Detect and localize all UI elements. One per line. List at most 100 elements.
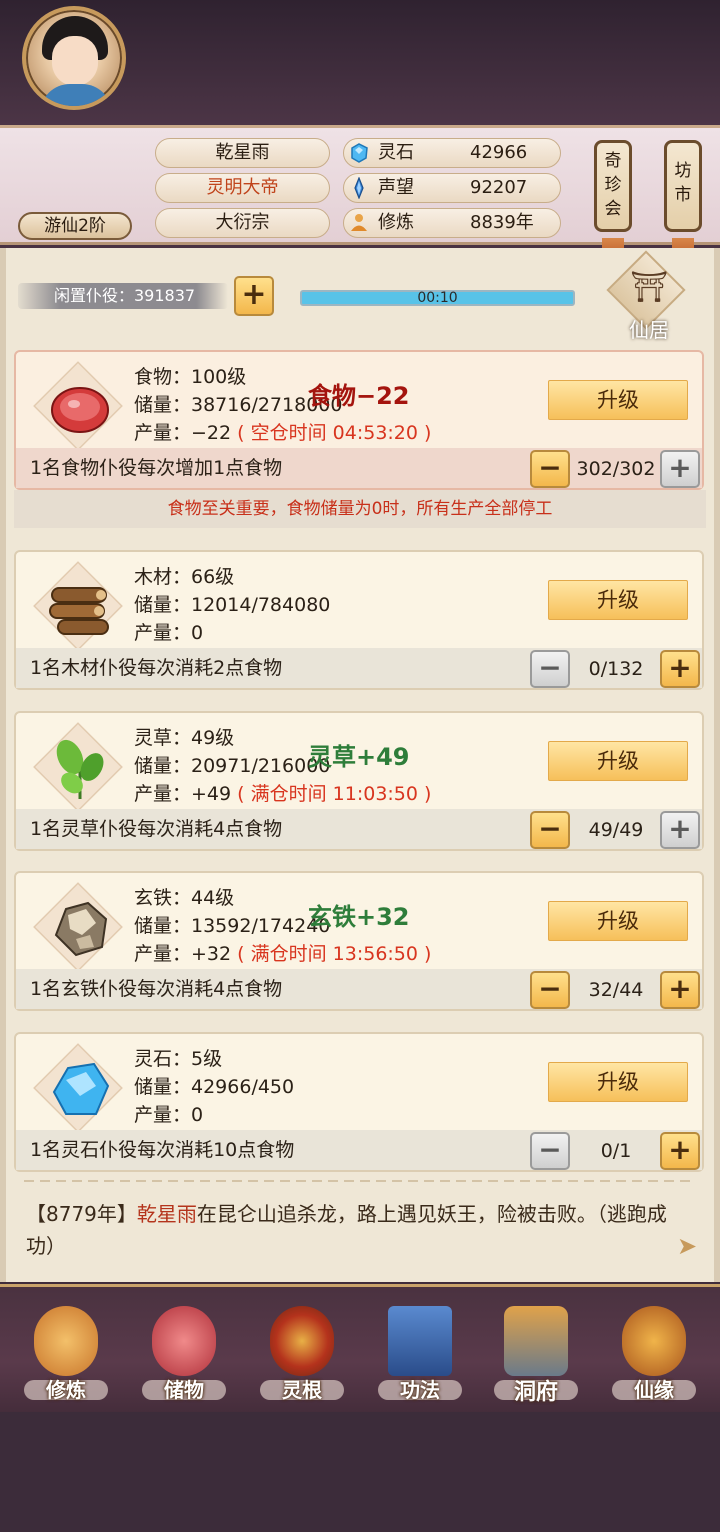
- decrease-servant-button[interactable]: −: [530, 811, 570, 849]
- decrease-servant-button[interactable]: −: [530, 1132, 570, 1170]
- output-note: ( 满仓时间 11:03:50 ): [237, 783, 432, 805]
- timer-text: 00:10: [417, 290, 458, 306]
- player-title: 灵明大帝: [155, 173, 330, 203]
- stat-value: 8839年: [470, 212, 534, 233]
- servant-count: 32/44: [588, 979, 644, 1001]
- meat-icon: [51, 387, 109, 433]
- output-note: ( 空仓时间 04:53:20 ): [237, 422, 432, 444]
- log-expand-arrow-icon[interactable]: ➤: [670, 1232, 704, 1262]
- nav-techniques[interactable]: 功法: [370, 1300, 470, 1410]
- upgrade-button[interactable]: 升级: [548, 901, 688, 941]
- output-value: 产量：+49: [134, 783, 232, 805]
- resource-card-spirit-stone: 灵石：5级 储量：42966/450 产量：0 升级 1名灵石仆役每次消耗10点…: [14, 1032, 704, 1172]
- nav-fate[interactable]: 仙缘: [604, 1300, 704, 1410]
- resource-card-iron: 玄铁：44级 储量：13592/174240 产量：+32 ( 满仓时间 13:…: [14, 871, 704, 1011]
- resource-level: 玄铁：44级: [134, 887, 235, 909]
- stat-label: 修炼: [378, 212, 414, 233]
- idle-servants-label: 闲置仆役：391837: [18, 283, 228, 309]
- nav-storage[interactable]: 储物: [134, 1300, 234, 1410]
- nav-label: 功法: [400, 1378, 440, 1402]
- avatar-face: [52, 36, 98, 86]
- production-timer-bar: 00:10: [300, 290, 575, 306]
- immortal-residence-button[interactable]: ⛩ 仙居: [606, 250, 688, 344]
- resource-level: 食物：100级: [134, 366, 247, 388]
- player-avatar[interactable]: [22, 6, 126, 110]
- tab-char: 奇: [604, 151, 622, 171]
- increase-servant-button[interactable]: +: [660, 450, 700, 488]
- servant-count: 49/49: [588, 819, 644, 841]
- rank-badge: 游仙2阶: [18, 212, 132, 240]
- spirit-root-icon: [270, 1306, 334, 1376]
- stat-label: 声望: [378, 177, 414, 198]
- resource-output: 产量：0: [134, 1100, 203, 1127]
- resource-level: 灵草：49级: [134, 727, 235, 749]
- stat-value: 92207: [470, 177, 528, 198]
- output-value: 产量：0: [134, 622, 204, 644]
- decrease-servant-button[interactable]: −: [530, 650, 570, 688]
- nav-spirit-root[interactable]: 灵根: [252, 1300, 352, 1410]
- cave-dwelling-icon: [504, 1306, 568, 1376]
- stat-prestige: 声望 92207: [343, 173, 561, 203]
- stat-value: 42966: [470, 142, 528, 163]
- player-sect: 大衍宗: [155, 208, 330, 238]
- servant-count: 0/132: [588, 658, 644, 680]
- log-divider: [24, 1180, 696, 1182]
- output-value: 产量：−22: [134, 422, 232, 444]
- player-name: 乾星雨: [155, 138, 330, 168]
- tab-char: 市: [674, 185, 692, 205]
- upgrade-button[interactable]: 升级: [548, 741, 688, 781]
- nav-label: 仙缘: [634, 1378, 674, 1402]
- residence-label: 仙居: [629, 318, 669, 342]
- stat-spirit-stone: 灵石 42966: [343, 138, 561, 168]
- gourd-icon: [622, 1306, 686, 1376]
- add-servant-button[interactable]: +: [234, 276, 274, 316]
- resource-storage: 储量：12014/784080: [134, 594, 331, 616]
- decrease-servant-button[interactable]: −: [530, 450, 570, 488]
- resource-card-wood: 木材：66级 储量：12014/784080 产量：0 升级 1名木材仆役每次消…: [14, 550, 704, 690]
- bottom-band: [0, 1412, 720, 1532]
- floating-change-text: 玄铁+32: [308, 903, 410, 931]
- iron-ore-icon: [54, 901, 108, 957]
- tab-char: 会: [604, 199, 622, 219]
- stat-label: 灵石: [378, 142, 414, 163]
- servant-count: 0/1: [600, 1140, 632, 1162]
- resource-storage: 储量：13592/174240: [134, 915, 331, 937]
- upgrade-button[interactable]: 升级: [548, 380, 688, 420]
- nav-cave-dwelling[interactable]: 洞府: [486, 1300, 586, 1410]
- spirit-crystal-icon: [52, 1062, 110, 1115]
- increase-servant-button[interactable]: +: [660, 811, 700, 849]
- nav-label: 修炼: [46, 1378, 86, 1402]
- resource-output: 产量：0: [134, 618, 203, 645]
- decrease-servant-button[interactable]: −: [530, 971, 570, 1009]
- increase-servant-button[interactable]: +: [660, 971, 700, 1009]
- treasure-auction-tab[interactable]: 奇 珍 会: [594, 140, 632, 232]
- nav-label: 储物: [164, 1378, 204, 1402]
- output-note: ( 满仓时间 13:56:50 ): [237, 943, 432, 965]
- food-warning: 食物至关重要，食物储量为0时，所有生产全部停工: [14, 490, 706, 528]
- event-log: 【8779年】乾星雨在昆仑山追杀龙，路上遇见妖王，险被击败。（逃跑成功）: [26, 1198, 696, 1262]
- pagoda-icon: ⛩: [630, 270, 669, 305]
- nav-cultivate[interactable]: 修炼: [16, 1300, 116, 1410]
- output-value: 产量：+32: [134, 943, 232, 965]
- resource-level: 木材：66级: [134, 566, 235, 588]
- servant-count: 302/302: [576, 458, 656, 480]
- prestige-icon: [354, 177, 364, 199]
- tab-char: 珍: [604, 175, 622, 195]
- nav-label: 洞府: [513, 1380, 558, 1405]
- bag-icon: [152, 1306, 216, 1376]
- herb-icon: [56, 739, 104, 799]
- book-icon: [388, 1306, 452, 1376]
- upgrade-button[interactable]: 升级: [548, 580, 688, 620]
- floating-change-text: 食物−22: [308, 382, 410, 410]
- resource-storage: 储量：42966/450: [134, 1076, 295, 1098]
- increase-servant-button[interactable]: +: [660, 650, 700, 688]
- upgrade-button[interactable]: 升级: [548, 1062, 688, 1102]
- market-tab[interactable]: 坊 市: [664, 140, 702, 232]
- resource-output: 产量：−22 ( 空仓时间 04:53:20 ): [134, 418, 431, 445]
- spirit-stone-icon: [351, 143, 368, 163]
- output-value: 产量：0: [134, 1104, 204, 1126]
- resource-card-food: 食物：100级 储量：38716/2718000 产量：−22 ( 空仓时间 0…: [14, 350, 704, 490]
- logs-icon: [49, 587, 109, 635]
- floating-change-text: 灵草+49: [308, 743, 410, 771]
- increase-servant-button[interactable]: +: [660, 1132, 700, 1170]
